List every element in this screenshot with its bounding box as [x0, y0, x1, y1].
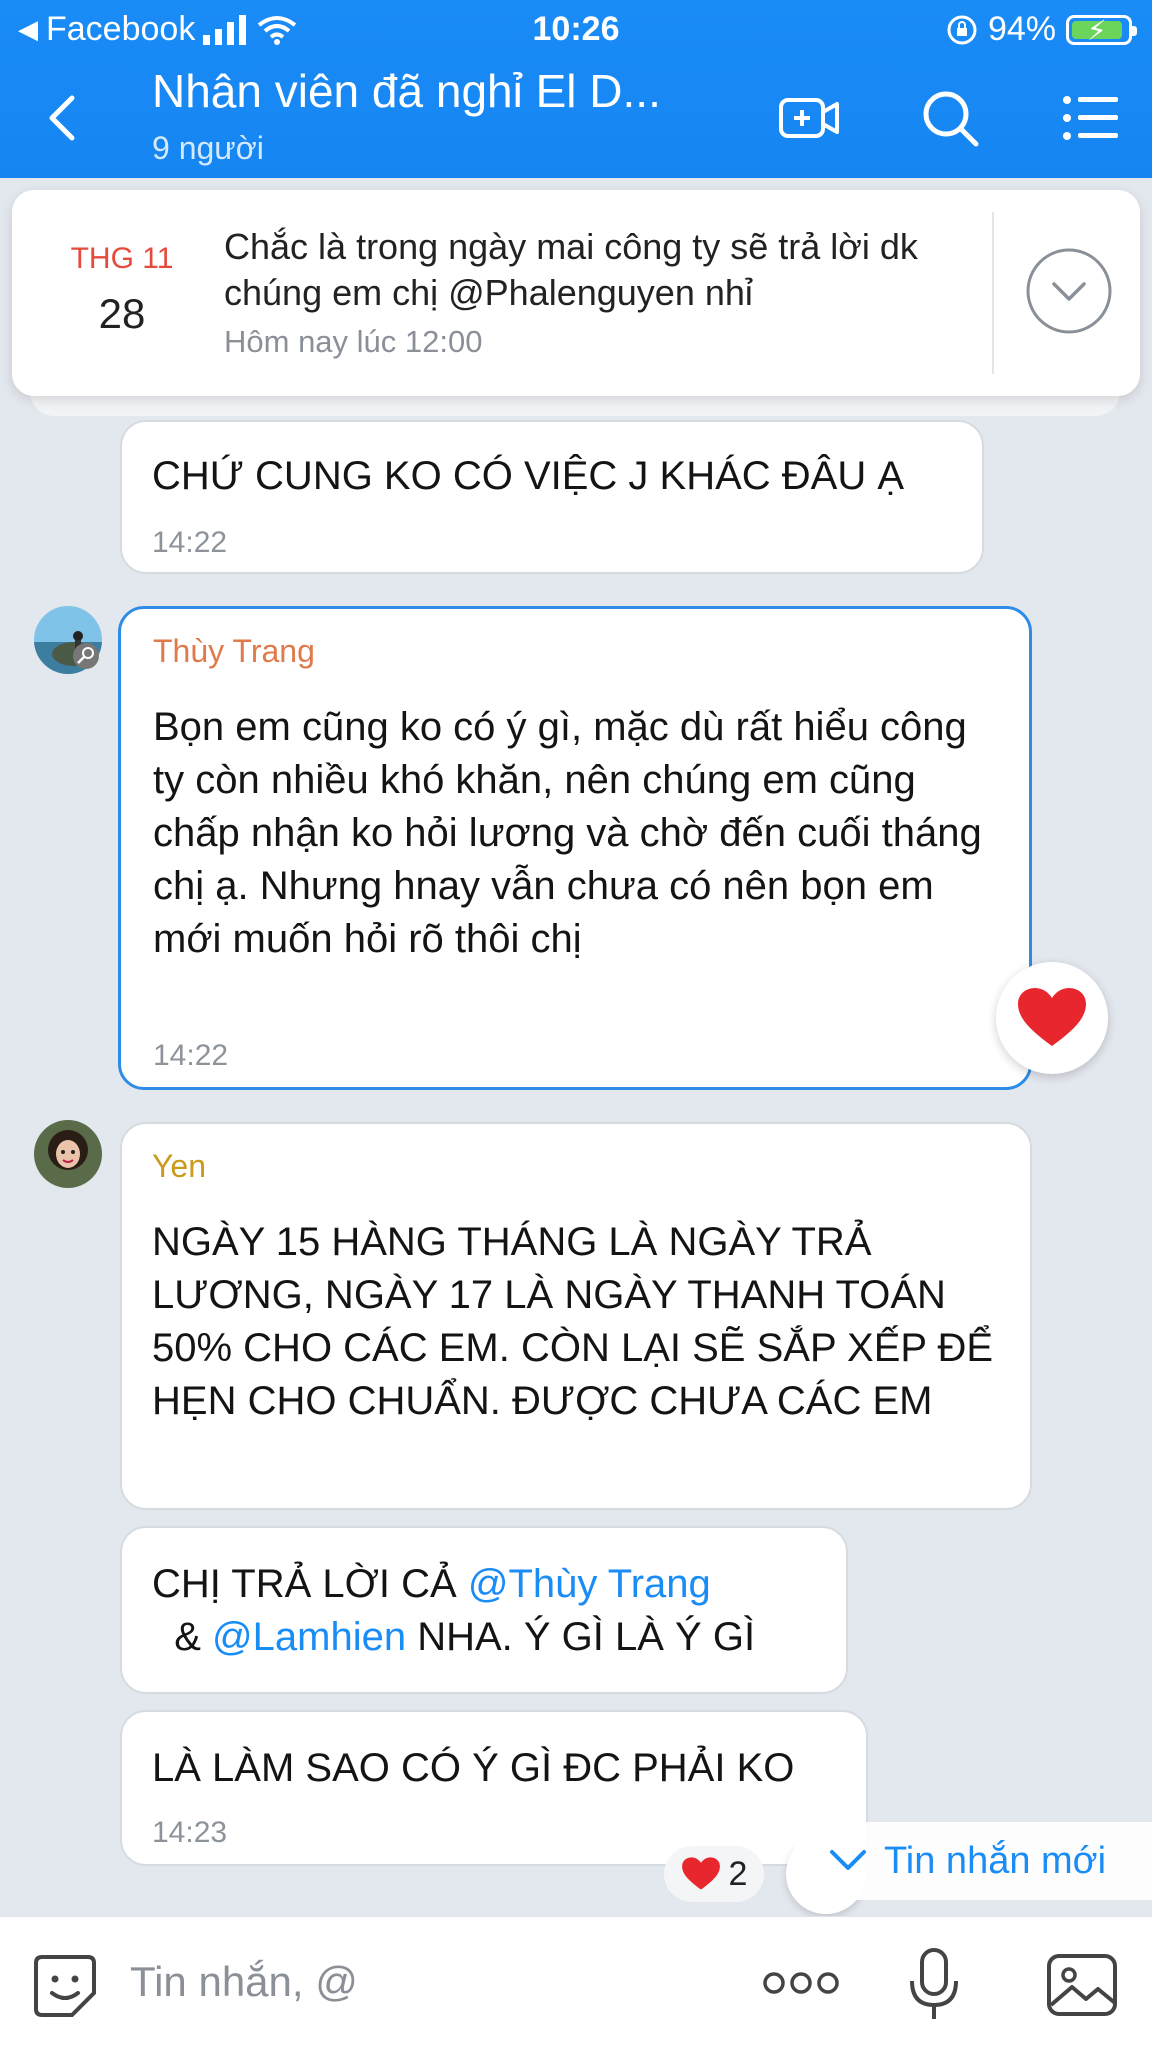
avatar[interactable] — [34, 1120, 102, 1188]
top-bar: ◀ Facebook 10:26 94% ⚡ Nhân viên đã nghỉ… — [0, 0, 1152, 178]
image-icon[interactable] — [1046, 1953, 1118, 2017]
message-bubble[interactable]: Yen NGÀY 15 HÀNG THÁNG LÀ NGÀY TRẢ LƯƠNG… — [120, 1122, 1032, 1510]
message-bubble[interactable]: LÀ LÀM SAO CÓ Ý GÌ ĐC PHẢI KO 14:23 — [120, 1710, 868, 1866]
message-bubble[interactable]: CHỨ CUNG KO CÓ VIỆC J KHÁC ĐÂU Ạ 14:22 — [120, 420, 984, 574]
chat-header: Nhân viên đã nghỉ El D... 9 người — [0, 58, 1152, 178]
rotation-lock-icon — [947, 15, 977, 44]
message-text: NGÀY 15 HÀNG THÁNG LÀ NGÀY TRẢ LƯƠNG, NG… — [152, 1220, 994, 1423]
avatar-image — [34, 1120, 102, 1188]
heart-icon — [681, 1857, 720, 1890]
more-options-icon[interactable] — [762, 1967, 840, 1999]
group-title[interactable]: Nhân viên đã nghỉ El D... — [152, 64, 661, 118]
message-bubble-highlighted[interactable]: Thùy Trang Bọn em cũng ko có ý gì, mặc d… — [118, 606, 1032, 1090]
pinned-day: 28 — [98, 290, 146, 337]
member-count[interactable]: 9 người — [152, 130, 264, 167]
pinned-message[interactable]: THG 11 28 Chắc là trong ngày mai công ty… — [12, 190, 1140, 396]
heart-icon — [1018, 988, 1086, 1046]
message-text-part: NHA. Ý GÌ LÀ Ý GÌ — [406, 1615, 756, 1659]
new-messages-label: Tin nhắn mới — [884, 1839, 1107, 1882]
mention-link[interactable]: @Lamhien — [212, 1615, 406, 1659]
message-text: CHỊ TRẢ LỜI CẢ @Thùy Trang & @Lamhien NH… — [152, 1558, 832, 1664]
search-icon[interactable] — [920, 88, 980, 148]
reaction-count: 2 — [728, 1854, 748, 1893]
message-input[interactable] — [130, 1947, 730, 2017]
message-composer — [0, 1916, 1152, 2048]
battery-icon: ⚡ — [1066, 14, 1137, 46]
message-time: 14:22 — [153, 1039, 229, 1072]
message-bubble[interactable]: CHỊ TRẢ LỜI CẢ @Thùy Trang & @Lamhien NH… — [120, 1526, 848, 1694]
video-call-icon[interactable] — [778, 90, 840, 146]
status-bar: ◀ Facebook 10:26 94% ⚡ — [0, 0, 1152, 58]
reaction-button[interactable] — [996, 962, 1108, 1074]
message-text: LÀ LÀM SAO CÓ Ý GÌ ĐC PHẢI KO — [152, 1746, 795, 1790]
message-text-part: & — [152, 1615, 213, 1659]
back-arrow-icon[interactable] — [38, 88, 88, 148]
chevron-down-icon — [830, 1850, 866, 1870]
message-time: 14:23 — [152, 1816, 228, 1849]
reaction-count-badge[interactable]: 2 — [664, 1846, 764, 1902]
pinned-divider — [992, 212, 994, 374]
mention-link[interactable]: @Thùy Trang — [468, 1562, 711, 1606]
microphone-icon[interactable] — [906, 1947, 962, 2023]
message-text-part: CHỊ TRẢ LỜI CẢ — [152, 1562, 468, 1606]
pinned-time: Hôm nay lúc 12:00 — [224, 324, 483, 359]
message-time: 14:22 — [152, 526, 228, 559]
pinned-month: THG 11 — [70, 242, 174, 275]
admin-key-icon — [73, 643, 99, 669]
sender-name[interactable]: Thùy Trang — [153, 633, 315, 670]
battery-percent: 94% — [987, 10, 1056, 48]
sender-name[interactable]: Yen — [152, 1148, 206, 1185]
message-text: CHỨ CUNG KO CÓ VIỆC J KHÁC ĐÂU Ạ — [152, 454, 905, 498]
pinned-text: Chắc là trong ngày mai công ty sẽ trả lờ… — [224, 226, 918, 313]
chevron-down-icon[interactable] — [1024, 246, 1114, 336]
sticker-icon[interactable] — [32, 1953, 98, 2019]
menu-list-icon[interactable] — [1062, 94, 1120, 142]
message-text: Bọn em cũng ko có ý gì, mặc dù rất hiểu … — [153, 705, 982, 961]
new-messages-button[interactable]: Tin nhắn mới — [792, 1822, 1152, 1900]
